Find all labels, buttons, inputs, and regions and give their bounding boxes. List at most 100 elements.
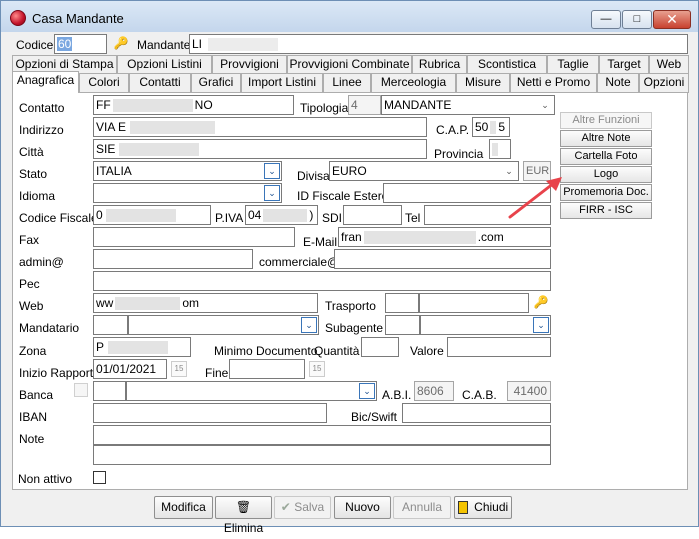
tab-contatti[interactable]: Contatti (129, 73, 191, 93)
firr-isc-button[interactable]: FIRR - ISC (560, 202, 652, 219)
tab-merceologia[interactable]: Merceologia (371, 73, 456, 93)
chevron-down-icon[interactable]: ⌄ (264, 163, 280, 179)
banca-select[interactable]: ⌄ (126, 381, 377, 401)
tab-colori[interactable]: Colori (79, 73, 129, 93)
codice-fiscale-field[interactable]: 0 (93, 205, 211, 225)
search-key-icon[interactable]: 🔑 (532, 293, 550, 311)
note-line-2[interactable] (93, 445, 551, 465)
mandatario-select[interactable]: ⌄ (128, 315, 319, 335)
fine-field[interactable] (229, 359, 305, 379)
tab-scontistica[interactable]: Scontistica (467, 55, 547, 73)
tab-taglie[interactable]: Taglie (547, 55, 599, 73)
trasporto-code-field[interactable] (385, 293, 419, 313)
chiudi-button[interactable]: Chiudi (454, 496, 512, 519)
tab-opzioni[interactable]: Opzioni (639, 73, 689, 93)
altre-note-button[interactable]: Altre Note (560, 130, 652, 147)
chevron-down-icon[interactable]: ⌄ (301, 317, 317, 333)
tab-note[interactable]: Note (597, 73, 639, 93)
piva-field[interactable]: 04) (245, 205, 318, 225)
idioma-select[interactable]: ⌄ (93, 183, 282, 203)
tab-grafici[interactable]: Grafici (191, 73, 241, 93)
codice-field[interactable]: 60 (54, 34, 107, 54)
subagente-code-field[interactable] (385, 315, 420, 335)
tipologia-select[interactable]: MANDANTE ⌄ (381, 95, 555, 115)
tab-provvigioni[interactable]: Provvigioni (212, 55, 287, 73)
provincia-field[interactable] (489, 139, 511, 159)
commerciale-field[interactable] (334, 249, 551, 269)
subagente-select[interactable]: ⌄ (420, 315, 551, 335)
salva-button[interactable]: ✔ Salva (274, 496, 331, 519)
chevron-down-icon[interactable]: ⌄ (264, 185, 280, 201)
tab-web[interactable]: Web (649, 55, 689, 73)
mandante-field[interactable]: LI (189, 34, 688, 54)
calendar-icon[interactable]: 15 (309, 361, 325, 377)
zona-field[interactable]: P (93, 337, 191, 357)
redacted-mask (119, 143, 200, 157)
subagente-label: Subagente (325, 321, 384, 335)
chevron-down-icon[interactable]: ⌄ (359, 383, 375, 399)
tab-linee[interactable]: Linee (323, 73, 371, 93)
valore-field[interactable] (447, 337, 551, 357)
stato-value: ITALIA (96, 164, 132, 178)
contatto-field[interactable]: FF NO (93, 95, 294, 115)
calendar-icon[interactable]: 15 (171, 361, 187, 377)
close-window-button[interactable]: ✕ (653, 10, 691, 29)
contatto-label: Contatto (19, 101, 65, 115)
tab-netti-e-promo[interactable]: Netti e Promo (510, 73, 597, 93)
fax-field[interactable] (93, 227, 295, 247)
email-field[interactable]: fran .com (338, 227, 551, 247)
logo-button[interactable]: Logo (560, 166, 652, 183)
sdi-field[interactable] (343, 205, 402, 225)
abi-label: A.B.I. (382, 388, 412, 402)
indirizzo-field[interactable]: VIA E (93, 117, 427, 137)
fine-label: Fine (205, 366, 229, 380)
elimina-button[interactable]: 🗑 Elimina (215, 496, 272, 535)
promemoria-doc-button[interactable]: Promemoria Doc. (560, 184, 652, 201)
citta-field[interactable]: SIE (93, 139, 427, 159)
non-attivo-checkbox[interactable] (93, 471, 106, 484)
chevron-down-icon[interactable]: ⌄ (537, 97, 553, 113)
tab-provvigioni-combinate[interactable]: Provvigioni Combinate (287, 55, 412, 73)
tab-target[interactable]: Target (599, 55, 649, 73)
pec-field[interactable] (93, 271, 551, 291)
mandatario-code-field[interactable] (93, 315, 128, 335)
tab-rubrica[interactable]: Rubrica (412, 55, 467, 73)
trash-icon: 🗑 (235, 500, 252, 514)
iban-field[interactable] (93, 403, 327, 423)
search-key-icon[interactable]: 🔑 (112, 34, 130, 52)
cap-field[interactable]: 50 5 (472, 117, 510, 137)
tab-opzioni-listini[interactable]: Opzioni Listini (117, 55, 212, 73)
trasporto-field[interactable] (419, 293, 529, 313)
email-tail: .com (477, 230, 504, 244)
tipologia-label: Tipologia (300, 101, 349, 115)
indirizzo-label: Indirizzo (19, 123, 64, 137)
altre-funzioni-button[interactable]: Altre Funzioni (560, 112, 652, 129)
minimize-button[interactable]: — (591, 10, 621, 29)
casa-mandante-window: Casa Mandante — □ ✕ Codice 60 🔑 Mandante… (0, 0, 699, 535)
redacted-mask (492, 143, 498, 157)
cab-field: 41400 (507, 381, 551, 401)
bic-swift-field[interactable] (402, 403, 551, 423)
web-field[interactable]: ww om (93, 293, 318, 313)
modifica-button[interactable]: Modifica (154, 496, 213, 519)
tab-misure[interactable]: Misure (456, 73, 510, 93)
note-line-1[interactable] (93, 425, 551, 445)
annulla-button[interactable]: Annulla (393, 496, 451, 519)
email-value: fran (341, 230, 362, 244)
tab-anagrafica[interactable]: Anagrafica (12, 71, 79, 93)
banca-code-field[interactable] (93, 381, 126, 401)
chevron-down-icon[interactable]: ⌄ (533, 317, 549, 333)
maximize-button[interactable]: □ (622, 10, 652, 29)
nuovo-button[interactable]: Nuovo (334, 496, 391, 519)
id-fiscale-estero-label: ID Fiscale Estero (297, 189, 389, 203)
admin-field[interactable] (93, 249, 253, 269)
divisa-select[interactable]: EURO ⌄ (329, 161, 519, 181)
quantita-field[interactable] (361, 337, 399, 357)
mandante-value: LI (192, 37, 203, 51)
tab-import-listini[interactable]: Import Listini (241, 73, 323, 93)
banca-lookup-button[interactable] (74, 383, 88, 397)
inizio-rapporto-field[interactable]: 01/01/2021 (93, 359, 167, 379)
stato-select[interactable]: ITALIA ⌄ (93, 161, 282, 181)
piva-tail: ) (309, 208, 314, 222)
cartella-foto-button[interactable]: Cartella Foto (560, 148, 652, 165)
